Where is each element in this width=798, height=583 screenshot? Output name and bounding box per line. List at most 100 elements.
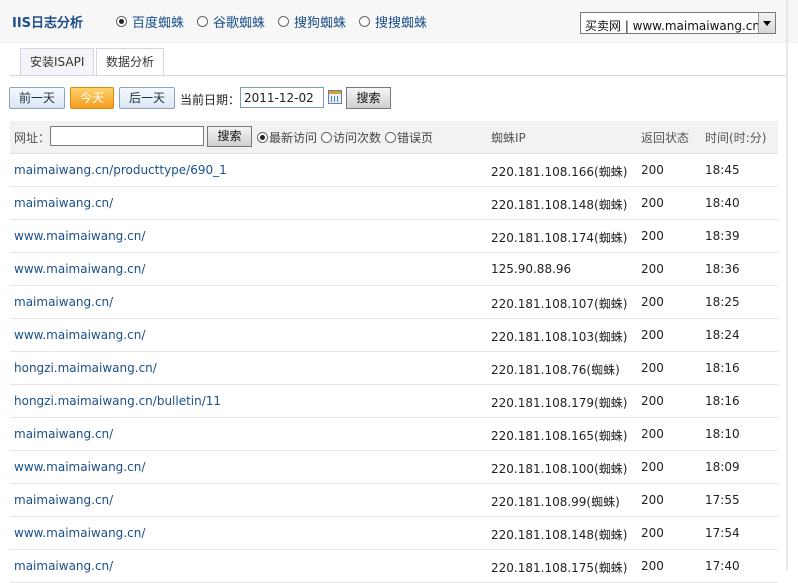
row-ip: 220.181.108.107(蜘蛛) — [491, 297, 628, 311]
row-time: 17:55 — [705, 493, 740, 507]
next-day-button[interactable]: 后一天 — [119, 87, 175, 109]
row-ip: 220.181.108.165(蜘蛛) — [491, 429, 628, 443]
row-status: 200 — [641, 460, 664, 474]
site-select[interactable]: 买卖网 | www.maimaiwang.cn — [580, 12, 776, 34]
prev-day-button[interactable]: 前一天 — [9, 87, 65, 109]
site-select-value: 买卖网 | www.maimaiwang.cn — [585, 19, 760, 33]
date-search-button[interactable]: 搜索 — [346, 87, 391, 109]
row-status: 200 — [641, 394, 664, 408]
row-url-link[interactable]: www.maimaiwang.cn/ — [14, 262, 145, 276]
table-row: hongzi.maimaiwang.cn/bulletin/11 220.181… — [10, 385, 778, 418]
row-status: 200 — [641, 262, 664, 276]
row-ip: 220.181.108.76(蜘蛛) — [491, 363, 620, 377]
row-url-link[interactable]: maimaiwang.cn/ — [14, 196, 113, 210]
row-ip: 220.181.108.179(蜘蛛) — [491, 396, 628, 410]
today-button[interactable]: 今天 — [70, 87, 114, 109]
row-ip: 220.181.108.99(蜘蛛) — [491, 495, 620, 509]
url-filter-label: 网址： — [14, 131, 51, 145]
row-time: 18:09 — [705, 460, 740, 474]
row-url-link[interactable]: maimaiwang.cn/ — [14, 559, 113, 573]
column-header-time: 时间(时:分) — [705, 131, 767, 145]
row-url-link[interactable]: www.maimaiwang.cn/ — [14, 460, 145, 474]
row-status: 200 — [641, 163, 664, 177]
row-ip: 220.181.108.103(蜘蛛) — [491, 330, 628, 344]
radio-icon[interactable] — [278, 16, 289, 27]
tab-install-isapi[interactable]: 安装ISAPI — [20, 48, 95, 75]
row-ip: 220.181.108.148(蜘蛛) — [491, 528, 628, 542]
row-time: 18:16 — [705, 394, 740, 408]
radio-icon[interactable] — [257, 132, 268, 143]
radio-icon[interactable] — [359, 16, 370, 27]
sort-option-label: 错误页 — [397, 131, 434, 145]
table-row: maimaiwang.cn/ 220.181.108.165(蜘蛛) 200 1… — [10, 418, 778, 451]
row-status: 200 — [641, 559, 664, 573]
engine-option-sogou[interactable]: 搜狗蜘蛛 — [278, 12, 346, 31]
column-header-status: 返回状态 — [641, 131, 690, 145]
log-table: maimaiwang.cn/producttype/690_1 220.181.… — [10, 154, 778, 583]
sort-option-errors[interactable]: 错误页 — [385, 129, 433, 146]
table-row: www.maimaiwang.cn/ 220.181.108.100(蜘蛛) 2… — [10, 451, 778, 484]
row-status: 200 — [641, 229, 664, 243]
table-row: www.maimaiwang.cn/ 220.181.108.174(蜘蛛) 2… — [10, 220, 778, 253]
window-edge — [786, 0, 788, 570]
row-status: 200 — [641, 526, 664, 540]
top-bar: IIS日志分析 百度蜘蛛 谷歌蜘蛛 搜狗蜘蛛 搜搜蜘蛛 买卖网 | www.ma… — [0, 0, 798, 43]
row-time: 18:39 — [705, 229, 740, 243]
column-header-ip: 蜘蛛IP — [491, 131, 526, 145]
current-date-label: 当前日期： — [180, 93, 241, 107]
row-url-link[interactable]: hongzi.maimaiwang.cn/bulletin/11 — [14, 394, 221, 408]
engine-label: 百度蜘蛛 — [132, 16, 185, 31]
row-ip: 220.181.108.166(蜘蛛) — [491, 165, 628, 179]
row-status: 200 — [641, 361, 664, 375]
engine-label: 谷歌蜘蛛 — [213, 16, 266, 31]
row-url-link[interactable]: hongzi.maimaiwang.cn/ — [14, 361, 157, 375]
row-time: 18:36 — [705, 262, 740, 276]
row-time: 18:45 — [705, 163, 740, 177]
sort-option-label: 访问次数 — [333, 131, 382, 145]
tab-divider — [10, 75, 788, 76]
table-row: www.maimaiwang.cn/ 220.181.108.103(蜘蛛) 2… — [10, 319, 778, 352]
radio-icon[interactable] — [385, 132, 396, 143]
row-ip: 220.181.108.175(蜘蛛) — [491, 561, 628, 575]
row-url-link[interactable]: www.maimaiwang.cn/ — [14, 229, 145, 243]
row-time: 17:40 — [705, 559, 740, 573]
engine-label: 搜搜蜘蛛 — [375, 16, 428, 31]
row-url-link[interactable]: maimaiwang.cn/ — [14, 295, 113, 309]
radio-icon[interactable] — [197, 16, 208, 27]
engine-option-soso[interactable]: 搜搜蜘蛛 — [359, 12, 427, 31]
row-ip: 220.181.108.100(蜘蛛) — [491, 462, 628, 476]
sort-option-visits[interactable]: 访问次数 — [321, 129, 381, 146]
table-row: www.maimaiwang.cn/ 220.181.108.148(蜘蛛) 2… — [10, 517, 778, 550]
table-row: maimaiwang.cn/ 220.181.108.99(蜘蛛) 200 17… — [10, 484, 778, 517]
radio-icon[interactable] — [321, 132, 332, 143]
url-search-button[interactable]: 搜索 — [207, 126, 252, 147]
row-url-link[interactable]: maimaiwang.cn/producttype/690_1 — [14, 163, 227, 177]
url-filter-input[interactable] — [50, 126, 204, 146]
table-row: maimaiwang.cn/ 220.181.108.148(蜘蛛) 200 1… — [10, 187, 778, 220]
radio-icon[interactable] — [116, 16, 127, 27]
app-title: IIS日志分析 — [12, 16, 84, 31]
row-ip: 220.181.108.148(蜘蛛) — [491, 198, 628, 212]
table-row: www.maimaiwang.cn/ 125.90.88.96 200 18:3… — [10, 253, 778, 286]
row-time: 18:10 — [705, 427, 740, 441]
table-row: maimaiwang.cn/ 220.181.108.175(蜘蛛) 200 1… — [10, 550, 778, 583]
row-status: 200 — [641, 328, 664, 342]
row-url-link[interactable]: www.maimaiwang.cn/ — [14, 526, 145, 540]
sort-option-latest[interactable]: 最新访问 — [257, 129, 317, 146]
row-url-link[interactable]: www.maimaiwang.cn/ — [14, 328, 145, 342]
row-time: 18:40 — [705, 196, 740, 210]
row-url-link[interactable]: maimaiwang.cn/ — [14, 427, 113, 441]
date-input[interactable]: 2011-12-02 — [240, 87, 324, 108]
engine-option-baidu[interactable]: 百度蜘蛛 — [116, 12, 184, 31]
chevron-down-icon[interactable] — [758, 13, 775, 33]
row-ip: 125.90.88.96 — [491, 262, 572, 276]
row-status: 200 — [641, 295, 664, 309]
sort-option-label: 最新访问 — [269, 131, 318, 145]
tab-data-analysis[interactable]: 数据分析 — [96, 48, 165, 77]
calendar-icon[interactable] — [328, 90, 342, 104]
table-row: maimaiwang.cn/ 220.181.108.107(蜘蛛) 200 1… — [10, 286, 778, 319]
engine-option-google[interactable]: 谷歌蜘蛛 — [197, 12, 265, 31]
row-time: 18:25 — [705, 295, 740, 309]
row-url-link[interactable]: maimaiwang.cn/ — [14, 493, 113, 507]
row-status: 200 — [641, 427, 664, 441]
